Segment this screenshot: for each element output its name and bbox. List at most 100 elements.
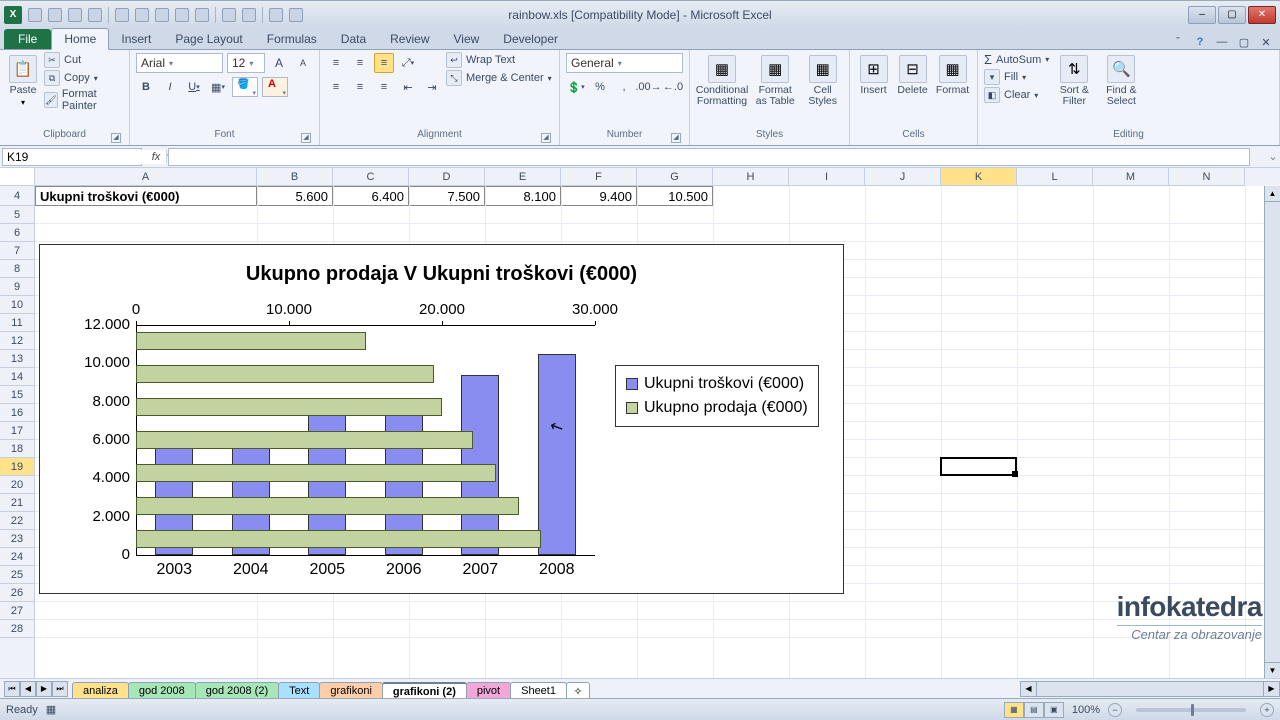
window-maximize-button[interactable]: ▢ [1218,6,1246,24]
horizontal-scrollbar[interactable]: ◀▶ [1020,681,1280,697]
formula-bar-expand-icon[interactable]: ⌄ [1266,150,1280,163]
delete-cells-button[interactable]: ⊟Delete [895,52,930,96]
scroll-down-icon[interactable]: ▼ [1265,662,1280,678]
copy-button[interactable]: ⧉Copy▾ [44,70,123,86]
increase-decimal-button[interactable]: .00→ [638,77,659,97]
column-header[interactable]: G [637,168,713,186]
row-header[interactable]: 28 [0,620,35,638]
tab-nav-first-button[interactable]: ⏮ [4,681,20,697]
cell[interactable]: 7.500 [409,186,485,206]
column-header[interactable]: K [941,168,1017,186]
decrease-indent-button[interactable]: ⇤ [398,77,418,97]
column-header[interactable]: F [561,168,637,186]
align-right-button[interactable]: ≡ [374,77,394,97]
tab-nav-prev-button[interactable]: ◀ [20,681,36,697]
fill-color-button[interactable]: 🪣 [232,77,258,97]
column-header[interactable]: C [333,168,409,186]
zoom-out-button[interactable]: − [1108,703,1122,717]
column-header[interactable]: B [257,168,333,186]
tab-nav-last-button[interactable]: ⏭ [52,681,68,697]
cell[interactable]: 8.100 [485,186,561,206]
row-header[interactable]: 14 [0,368,35,386]
cell[interactable]: Ukupni troškovi (€000) [35,186,257,206]
increase-indent-button[interactable]: ⇥ [422,77,442,97]
align-left-button[interactable]: ≡ [326,77,346,97]
window-close-button[interactable]: ✕ [1248,6,1276,24]
ribbon-tab-formulas[interactable]: Formulas [255,29,329,49]
formula-input[interactable] [168,148,1250,166]
orientation-button[interactable]: ⤢▾ [398,53,418,73]
underline-button[interactable]: U▾ [184,77,204,97]
new-sheet-button[interactable]: ✧ [566,682,590,699]
decrease-decimal-button[interactable]: ←.0 [663,77,683,97]
file-tab[interactable]: File [4,29,51,49]
cell[interactable]: 9.400 [561,186,637,206]
qat-custom-3-icon[interactable] [155,8,169,22]
zoom-slider[interactable] [1136,708,1246,712]
select-all-corner[interactable] [0,168,35,186]
percent-button[interactable]: % [590,77,610,97]
view-normal-button[interactable]: ▦ [1004,702,1024,718]
font-name-combo[interactable]: Arial▾ [136,53,223,73]
name-box[interactable]: ▾ [2,148,142,166]
cell-styles-button[interactable]: ▦Cell Styles [802,52,843,107]
row-header[interactable]: 25 [0,566,35,584]
view-page-layout-button[interactable]: ▤ [1024,702,1044,718]
zoom-in-button[interactable]: + [1260,703,1274,717]
tab-nav-next-button[interactable]: ▶ [36,681,52,697]
column-header[interactable]: N [1169,168,1245,186]
column-header[interactable]: H [713,168,789,186]
embedded-chart[interactable]: Ukupno prodaja V Ukupni troškovi (€000) … [39,244,844,594]
sheet-tab-god-2008-2-[interactable]: god 2008 (2) [195,682,279,699]
find-select-button[interactable]: 🔍Find & Select [1099,52,1143,107]
column-header[interactable]: D [409,168,485,186]
align-top-button[interactable]: ≡ [326,53,346,73]
decrease-font-button[interactable]: A [293,53,313,73]
vertical-scrollbar[interactable]: ▲ ▼ [1264,186,1280,678]
font-color-button[interactable]: A [262,77,288,97]
workbook-minimize-icon[interactable]: — [1214,36,1230,49]
column-header[interactable]: I [789,168,865,186]
window-minimize-button[interactable]: – [1188,6,1216,24]
row-header[interactable]: 12 [0,332,35,350]
sheet-tab-pivot[interactable]: pivot [466,682,511,699]
row-header[interactable]: 5 [0,206,35,224]
column-header[interactable]: J [865,168,941,186]
row-header[interactable]: 9 [0,278,35,296]
ribbon-tab-home[interactable]: Home [51,28,109,50]
qat-sort-asc-icon[interactable] [175,8,189,22]
insert-cells-button[interactable]: ⊞Insert [856,52,891,96]
row-header[interactable]: 7 [0,242,35,260]
sort-filter-button[interactable]: ⇅Sort & Filter [1053,52,1095,107]
format-as-table-button[interactable]: ▦Format as Table [752,52,798,107]
active-cell[interactable] [940,457,1017,476]
sheet-tab-sheet1[interactable]: Sheet1 [510,682,567,699]
format-cells-button[interactable]: ▦Format [934,52,971,96]
column-header[interactable]: M [1093,168,1169,186]
qat-custom-6-icon[interactable] [269,8,283,22]
ribbon-tab-data[interactable]: Data [329,29,378,49]
qat-sort-desc-icon[interactable] [195,8,209,22]
font-dialog-launcher[interactable]: ◢ [301,133,311,143]
ribbon-tab-developer[interactable]: Developer [491,29,570,49]
sheet-tab-grafikoni-2-[interactable]: grafikoni (2) [382,682,467,699]
comma-button[interactable]: , [614,77,634,97]
row-header[interactable]: 17 [0,422,35,440]
qat-custom-2-icon[interactable] [135,8,149,22]
borders-button[interactable]: ▦▾ [208,77,228,97]
row-header[interactable]: 21 [0,494,35,512]
row-header[interactable]: 16 [0,404,35,422]
fill-button[interactable]: ▾Fill▾ [984,69,1049,85]
row-header[interactable]: 10 [0,296,35,314]
workbook-close-icon[interactable]: ✕ [1258,36,1274,49]
row-header[interactable]: 18 [0,440,35,458]
align-center-button[interactable]: ≡ [350,77,370,97]
paste-button[interactable]: 📋 Paste ▾ [6,52,40,107]
qat-open-icon[interactable] [48,8,62,22]
sheet-tab-analiza[interactable]: analiza [72,682,129,699]
column-header[interactable]: A [35,168,257,186]
qat-custom-1-icon[interactable] [115,8,129,22]
qat-undo-icon[interactable] [68,8,82,22]
number-dialog-launcher[interactable]: ◢ [671,133,681,143]
row-header[interactable]: 26 [0,584,35,602]
